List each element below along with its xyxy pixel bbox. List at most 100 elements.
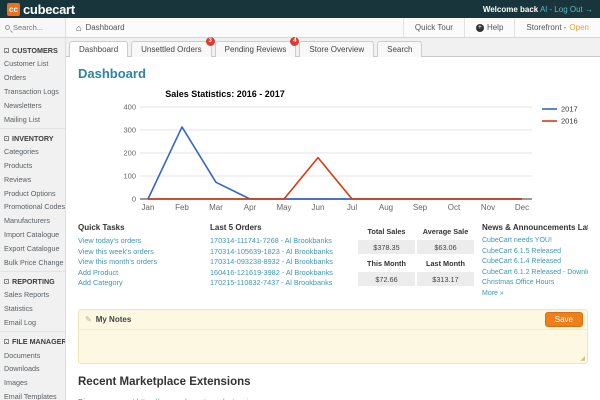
stat-value-average-sale: $63.06 <box>417 240 474 254</box>
quick-task-view-today-s-orders[interactable]: View today's orders <box>78 236 202 247</box>
sidebar-item-export-catalogue[interactable]: Export Catalogue <box>0 241 65 255</box>
storefront-label: Storefront - <box>526 23 566 32</box>
quick-tour-label: Quick Tour <box>415 23 453 32</box>
sales-stats-widget: Total Sales Average Sale $378.35 $63.06 … <box>358 223 474 300</box>
news-list: CubeCart needs YOU!CubeCart 6.1.5 Releas… <box>482 236 588 300</box>
sidebar-item-products[interactable]: Products <box>0 159 65 173</box>
quick-task-add-product[interactable]: Add Product <box>78 268 202 279</box>
quick-tour-button[interactable]: Quick Tour <box>403 18 464 37</box>
sidebar-sections: CUSTOMERS Customer ListOrdersTransaction … <box>0 43 65 400</box>
breadcrumb: ⌂ Dashboard <box>66 18 403 37</box>
sidebar-section-inventory[interactable]: INVENTORY <box>0 131 65 145</box>
stat-label-this-month: This Month <box>358 256 415 270</box>
search-icon <box>5 25 10 30</box>
sales-chart: Sales Statistics: 2016 - 2017 0100200300… <box>78 89 588 213</box>
svg-text:200: 200 <box>123 149 136 158</box>
sidebar-item-bulk-price-change[interactable]: Bulk Price Change <box>0 255 65 269</box>
news-item[interactable]: CubeCart 6.1.5 Released <box>482 247 588 258</box>
sidebar-item-import-catalogue[interactable]: Import Catalogue <box>0 228 65 242</box>
dashboard-panel: Dashboard Sales Statistics: 2016 - 2017 … <box>66 57 600 400</box>
sidebar-item-reviews[interactable]: Reviews <box>0 172 65 186</box>
top-bar: cc cubecart Welcome back Al - Log Out → <box>0 0 600 18</box>
quick-tasks-widget: Quick Tasks View today's ordersView this… <box>78 223 202 300</box>
collapse-icon <box>4 136 9 141</box>
stat-label-last-month: Last Month <box>417 256 474 270</box>
sidebar-item-customer-list[interactable]: Customer List <box>0 57 65 71</box>
sidebar-item-categories[interactable]: Categories <box>0 145 65 159</box>
sidebar: CUSTOMERS Customer ListOrdersTransaction … <box>0 38 66 400</box>
order-link[interactable]: 170215-110832-7437 - Al Brookbanks <box>210 278 350 289</box>
news-widget: News & Announcements Latest Topics CubeC… <box>482 223 588 300</box>
svg-text:Jul: Jul <box>347 203 357 212</box>
quick-task-add-category[interactable]: Add Category <box>78 278 202 289</box>
sidebar-section-reporting[interactable]: REPORTING <box>0 274 65 288</box>
order-link[interactable]: 170314-105639-1823 - Al Brookbanks <box>210 247 350 258</box>
extensions-link[interactable]: https://www.cubecart.com/extensions <box>137 397 260 400</box>
sidebar-section-title: INVENTORY <box>12 134 54 143</box>
last-orders-list: 170314-111741-7268 - Al Brookbanks170314… <box>210 236 350 289</box>
sidebar-section-customers[interactable]: CUSTOMERS <box>0 43 65 57</box>
last-orders-title: Last 5 Orders <box>210 223 350 232</box>
sidebar-item-sales-reports[interactable]: Sales Reports <box>0 288 65 302</box>
separator: - <box>549 5 552 14</box>
sidebar-item-newsletters[interactable]: Newsletters <box>0 98 65 112</box>
tab-store-overview[interactable]: Store Overview <box>299 41 374 57</box>
sidebar-item-documents[interactable]: Documents <box>0 348 65 362</box>
sidebar-item-manufacturers[interactable]: Manufacturers <box>0 214 65 228</box>
quick-task-view-this-month-s-orders[interactable]: View this month's orders <box>78 257 202 268</box>
help-button[interactable]: + Help <box>464 18 514 37</box>
cubecart-logo-text: cubecart <box>23 2 75 17</box>
welcome-area: Welcome back Al - Log Out → <box>483 5 593 14</box>
news-more-link[interactable]: More » <box>482 289 588 300</box>
svg-text:Feb: Feb <box>175 203 189 212</box>
sidebar-item-promotional-codes[interactable]: Promotional Codes <box>0 200 65 214</box>
order-link[interactable]: 170314-093238-8932 - Al Brookbanks <box>210 257 350 268</box>
resize-grip-icon[interactable]: ◢ <box>580 355 585 362</box>
news-item[interactable]: CubeCart 6.1.4 Released <box>482 257 588 268</box>
sidebar-item-images[interactable]: Images <box>0 376 65 390</box>
sidebar-item-transaction-logs[interactable]: Transaction Logs <box>0 85 65 99</box>
sidebar-item-product-options[interactable]: Product Options <box>0 186 65 200</box>
stat-value-last-month: $313.17 <box>417 272 474 286</box>
svg-text:Aug: Aug <box>379 203 393 212</box>
sidebar-section-title: CUSTOMERS <box>12 46 58 55</box>
sidebar-section-file-manager[interactable]: FILE MANAGER <box>0 334 65 348</box>
storefront-button[interactable]: Storefront - Open <box>514 18 600 37</box>
breadcrumb-label: Dashboard <box>85 23 124 32</box>
svg-text:300: 300 <box>123 126 136 135</box>
marketplace-extensions-title: Recent Marketplace Extensions <box>78 376 588 388</box>
discover-more-line: Discover more at https://www.cubecart.co… <box>78 397 588 400</box>
news-item[interactable]: CubeCart needs YOU! <box>482 236 588 247</box>
news-item[interactable]: Christmas Office Hours <box>482 278 588 289</box>
sidebar-item-email-templates[interactable]: Email Templates <box>0 390 65 400</box>
collapse-icon <box>4 279 9 284</box>
sidebar-item-downloads[interactable]: Downloads <box>0 362 65 376</box>
tab-pending-reviews[interactable]: Pending Reviews4 <box>215 41 297 57</box>
sidebar-item-mailing-list[interactable]: Mailing List <box>0 112 65 126</box>
sidebar-item-statistics[interactable]: Statistics <box>0 302 65 316</box>
svg-text:Jan: Jan <box>142 203 155 212</box>
search-input[interactable] <box>13 23 60 32</box>
toolbar-actions: Quick Tour + Help Storefront - Open <box>403 18 600 37</box>
tab-dashboard[interactable]: Dashboard <box>69 41 128 57</box>
sidebar-item-email-log[interactable]: Email Log <box>0 316 65 330</box>
save-notes-button[interactable]: Save <box>545 312 583 327</box>
order-link[interactable]: 170314-111741-7268 - Al Brookbanks <box>210 236 350 247</box>
logout-icon[interactable]: → <box>585 5 593 14</box>
tab-search[interactable]: Search <box>377 41 422 57</box>
storefront-open-link[interactable]: Open <box>569 23 589 32</box>
logout-link[interactable]: Log Out <box>554 5 582 14</box>
quick-task-view-this-week-s-orders[interactable]: View this week's orders <box>78 247 202 258</box>
svg-text:2016: 2016 <box>561 117 578 126</box>
order-link[interactable]: 160416-121619-3982 - Al Brookbanks <box>210 268 350 279</box>
sidebar-item-orders[interactable]: Orders <box>0 71 65 85</box>
my-notes-title: My Notes <box>96 315 545 324</box>
quick-tasks-title: Quick Tasks <box>78 223 202 232</box>
pencil-icon: ✎ <box>85 315 92 324</box>
my-notes-textarea[interactable] <box>79 330 587 363</box>
toolbar: ⌂ Dashboard Quick Tour + Help Storefront… <box>0 18 600 38</box>
svg-text:Apr: Apr <box>244 203 257 212</box>
tab-unsettled-orders[interactable]: Unsettled Orders3 <box>131 41 211 57</box>
news-item[interactable]: CubeCart 6.1.2 Released - Download 6.1.3 <box>482 268 588 279</box>
home-icon[interactable]: ⌂ <box>76 23 81 33</box>
